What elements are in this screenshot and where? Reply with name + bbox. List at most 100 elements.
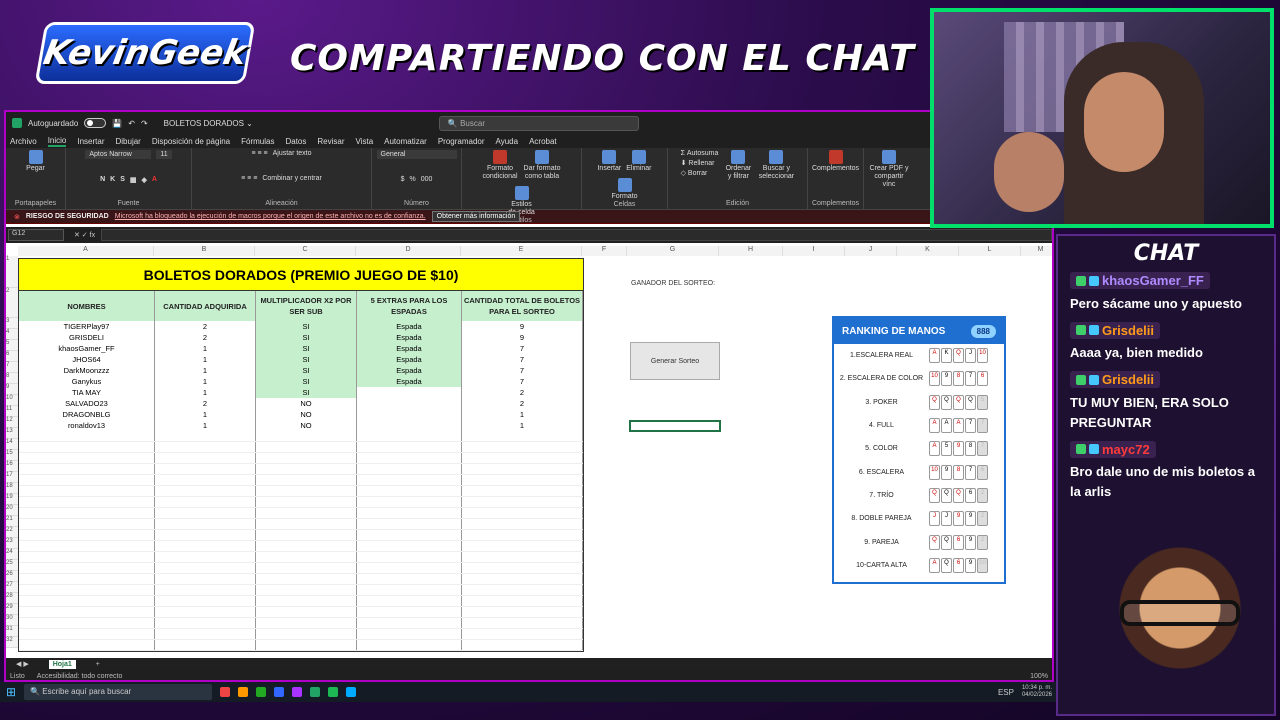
column-header[interactable]: C xyxy=(255,246,356,256)
cond-format-button[interactable]: Formato condicional xyxy=(482,165,518,181)
empty-row[interactable] xyxy=(19,541,583,552)
sort-filter-icon[interactable] xyxy=(731,150,746,164)
row-header[interactable]: 14 xyxy=(6,439,18,450)
wrap-text-button[interactable]: Ajustar texto xyxy=(273,150,312,157)
empty-row[interactable] xyxy=(19,497,583,508)
table-cell[interactable]: 1 xyxy=(155,354,256,365)
menu-3[interactable]: Dibujar xyxy=(116,137,141,146)
row-header[interactable]: 19 xyxy=(6,494,18,505)
row-header[interactable]: 8 xyxy=(6,373,18,384)
taskbar-search[interactable]: 🔍 Escribe aquí para buscar xyxy=(24,684,213,700)
table-cell[interactable]: 7 xyxy=(462,376,583,387)
table-cell[interactable]: SI xyxy=(256,321,357,332)
app-icon[interactable] xyxy=(256,687,267,697)
table-cell[interactable] xyxy=(357,409,462,420)
empty-row[interactable] xyxy=(19,596,583,607)
column-header[interactable]: J xyxy=(845,246,897,256)
delete-cells-icon[interactable] xyxy=(631,150,646,164)
table-cell[interactable]: 2 xyxy=(462,398,583,409)
row-header[interactable]: 17 xyxy=(6,472,18,483)
chat-username[interactable]: Grisdelii xyxy=(1070,371,1161,388)
save-icon[interactable]: 💾 xyxy=(112,119,122,128)
sort-filter-button[interactable]: Ordenar y filtrar xyxy=(723,165,753,181)
row-header[interactable]: 31 xyxy=(6,626,18,637)
table-cell[interactable]: khaosGamer_FF xyxy=(19,343,155,354)
fill-button[interactable]: ⬇ Rellenar xyxy=(681,159,719,167)
cond-format-icon[interactable] xyxy=(493,150,507,164)
search-box[interactable]: 🔍 Buscar xyxy=(438,115,639,131)
table-cell[interactable]: 1 xyxy=(155,420,256,431)
column-header[interactable]: D xyxy=(356,246,461,256)
menu-2[interactable]: Insertar xyxy=(77,137,104,146)
row-header[interactable]: 4 xyxy=(6,329,18,340)
column-header[interactable]: F xyxy=(582,246,627,256)
table-cell[interactable]: SI xyxy=(256,343,357,354)
find-icon[interactable] xyxy=(769,150,784,164)
row-header[interactable]: 7 xyxy=(6,362,18,373)
insert-button[interactable]: Insertar xyxy=(597,165,621,173)
table-cell[interactable]: 7 xyxy=(462,354,583,365)
header-multiplier[interactable]: MULTIPLICADOR X2 POR SER SUB xyxy=(256,291,357,321)
row-header[interactable]: 30 xyxy=(6,615,18,626)
table-cell[interactable]: ronaldov13 xyxy=(19,420,155,431)
table-cell[interactable]: TIGERPlay97 xyxy=(19,321,155,332)
table-cell[interactable]: 2 xyxy=(155,321,256,332)
table-cell[interactable]: 1 xyxy=(155,343,256,354)
align-icon[interactable]: ≡ ≡ ≡ xyxy=(241,175,257,182)
menu-0[interactable]: Archivo xyxy=(10,137,37,146)
row-header[interactable]: 32 xyxy=(6,637,18,648)
empty-row[interactable] xyxy=(19,464,583,475)
paste-button[interactable]: Pegar xyxy=(26,165,45,173)
table-cell[interactable]: DarkMoonzzz xyxy=(19,365,155,376)
table-cell[interactable]: SI xyxy=(256,387,357,398)
table-cell[interactable]: NO xyxy=(256,420,357,431)
column-header[interactable]: I xyxy=(783,246,845,256)
table-cell[interactable]: 2 xyxy=(155,398,256,409)
align-icon[interactable]: ≡ ≡ ≡ xyxy=(251,150,267,157)
empty-row[interactable] xyxy=(19,519,583,530)
empty-row[interactable] xyxy=(19,442,583,453)
function-icon[interactable]: ✕ ✓ fx xyxy=(74,231,95,239)
table-cell[interactable]: Espada xyxy=(357,365,462,376)
table-cell[interactable]: 1 xyxy=(462,420,583,431)
column-header[interactable]: G xyxy=(627,246,719,256)
table-cell[interactable] xyxy=(357,387,462,398)
menu-7[interactable]: Revisar xyxy=(317,137,344,146)
clock[interactable]: 10:34 p. m. 04/02/2026 xyxy=(1022,685,1052,699)
generate-draw-button[interactable]: Generar Sorteo xyxy=(630,342,720,380)
menu-9[interactable]: Automatizar xyxy=(384,137,427,146)
row-header[interactable]: 22 xyxy=(6,527,18,538)
app-icon[interactable] xyxy=(274,687,285,697)
row-header[interactable]: 16 xyxy=(6,461,18,472)
table-cell[interactable]: SI xyxy=(256,365,357,376)
excel-taskbar-icon[interactable] xyxy=(310,687,321,697)
table-cell[interactable]: 7 xyxy=(462,365,583,376)
empty-row[interactable] xyxy=(19,629,583,640)
format-cells-icon[interactable] xyxy=(617,178,632,192)
row-header[interactable]: 1 xyxy=(6,256,18,288)
menu-6[interactable]: Datos xyxy=(285,137,306,146)
underline-button[interactable]: S xyxy=(120,176,125,183)
menu-10[interactable]: Programador xyxy=(438,137,485,146)
table-cell[interactable]: SI xyxy=(256,332,357,343)
table-cell[interactable]: 1 xyxy=(155,365,256,376)
addins-button[interactable]: Complementos xyxy=(812,165,859,173)
app-icon[interactable] xyxy=(292,687,303,697)
row-header[interactable]: 20 xyxy=(6,505,18,516)
zoom-level[interactable]: 100% xyxy=(1030,673,1048,680)
formula-input[interactable] xyxy=(101,229,1052,241)
comma-icon[interactable]: 000 xyxy=(421,176,433,183)
merge-center-button[interactable]: Combinar y centrar xyxy=(262,175,322,182)
empty-row[interactable] xyxy=(19,607,583,618)
column-header[interactable]: A xyxy=(18,246,154,256)
table-cell[interactable]: GRISDELI xyxy=(19,332,155,343)
clear-button[interactable]: ◇ Borrar xyxy=(681,169,719,177)
number-format-select[interactable]: General xyxy=(376,150,457,159)
paste-icon[interactable] xyxy=(28,150,43,164)
column-header[interactable]: K xyxy=(897,246,959,256)
prev-sheet-icon[interactable]: ◀ ▶ xyxy=(16,660,29,668)
table-cell[interactable] xyxy=(357,420,462,431)
spotify-icon[interactable] xyxy=(328,687,339,697)
column-header[interactable]: L xyxy=(959,246,1021,256)
chat-username[interactable]: khaosGamer_FF xyxy=(1070,272,1210,289)
